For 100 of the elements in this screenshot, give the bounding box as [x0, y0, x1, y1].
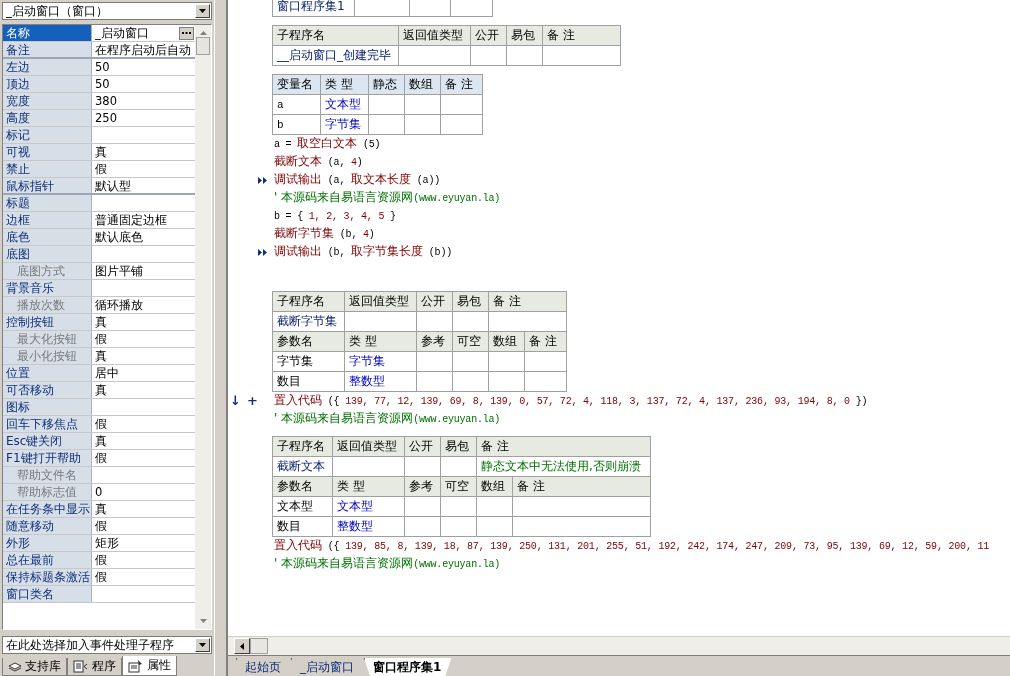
property-name[interactable]: 控制按钮 — [3, 314, 92, 330]
property-row[interactable]: 可否移动 真 — [3, 382, 195, 399]
property-row[interactable]: 高度 250 — [3, 110, 195, 127]
property-name[interactable]: 外形 — [3, 535, 92, 551]
property-row[interactable]: 标记 — [3, 127, 195, 144]
property-row[interactable]: 图标 — [3, 399, 195, 416]
code-line: a = 取空白文本 (5) — [274, 135, 381, 152]
property-name[interactable]: 顶边 — [3, 76, 92, 92]
property-value[interactable]: 居中 — [95, 365, 119, 381]
property-value[interactable]: _启动窗口 — [95, 25, 149, 41]
panel-tab[interactable]: 程序 — [67, 658, 122, 676]
property-name[interactable]: 随意移动 — [3, 518, 92, 534]
property-row[interactable]: 底图 — [3, 246, 195, 263]
property-name[interactable]: 备注 — [3, 42, 92, 57]
property-row[interactable]: 底图方式 图片平铺 — [3, 263, 195, 280]
property-row[interactable]: 可视 真 — [3, 144, 195, 161]
property-row[interactable]: 背景音乐 — [3, 280, 195, 297]
property-row[interactable]: 禁止 假 — [3, 161, 195, 178]
property-row[interactable]: Esc键关闭 真 — [3, 433, 195, 450]
property-value[interactable]: 假 — [95, 450, 107, 466]
property-row[interactable]: 左边 50 — [3, 59, 195, 76]
property-value[interactable]: 默认型 — [95, 178, 131, 193]
property-value[interactable]: 假 — [95, 161, 107, 177]
property-row[interactable]: 总在最前 假 — [3, 552, 195, 569]
property-value[interactable]: 矩形 — [95, 535, 119, 551]
property-name[interactable]: 可视 — [3, 144, 92, 160]
property-name[interactable]: 标题 — [3, 195, 92, 211]
property-row[interactable]: 底色 默认底色 — [3, 229, 195, 246]
property-row[interactable]: 顶边 50 — [3, 76, 195, 93]
property-name[interactable]: Esc键关闭 — [3, 433, 92, 449]
property-value[interactable]: 假 — [95, 552, 107, 568]
property-row[interactable]: 播放次数 循环播放 — [3, 297, 195, 314]
debug-marker-icon — [258, 249, 268, 256]
property-name[interactable]: 边框 — [3, 212, 92, 228]
property-name[interactable]: 标记 — [3, 127, 92, 143]
property-name[interactable]: 可否移动 — [3, 382, 92, 398]
property-name[interactable]: 底图 — [3, 246, 92, 262]
property-row[interactable]: 最小化按钮 真 — [3, 348, 195, 365]
property-value[interactable]: 250 — [95, 110, 117, 126]
property-value[interactable]: 默认底色 — [95, 229, 143, 245]
scrollbar-thumb[interactable] — [250, 638, 268, 654]
property-name[interactable]: 窗口类名 — [3, 586, 92, 602]
property-value[interactable]: 循环播放 — [95, 297, 143, 313]
property-value[interactable]: 在程序启动后自动 — [95, 42, 191, 57]
property-value[interactable]: 真 — [95, 144, 107, 160]
scrollbar[interactable] — [195, 25, 211, 629]
property-value[interactable]: 图片平铺 — [95, 263, 143, 279]
panel-tab[interactable]: 属性 — [122, 656, 177, 676]
property-name[interactable]: 宽度 — [3, 93, 92, 109]
property-name[interactable]: 总在最前 — [3, 552, 92, 568]
property-name[interactable]: 在任务条中显示 — [3, 501, 92, 517]
property-value[interactable]: 50 — [95, 59, 110, 75]
property-value[interactable]: 真 — [95, 433, 107, 449]
property-row[interactable]: 在任务条中显示 真 — [3, 501, 195, 518]
scrollbar-thumb[interactable] — [196, 37, 210, 55]
property-row[interactable]: 窗口类名 — [3, 586, 195, 603]
property-name[interactable]: 禁止 — [3, 161, 92, 177]
property-row[interactable]: 宽度 380 — [3, 93, 195, 110]
property-value[interactable]: 0 — [95, 484, 103, 500]
property-name[interactable]: 名称 — [3, 25, 92, 41]
property-row[interactable]: 标题 — [3, 195, 195, 212]
property-name[interactable]: 底色 — [3, 229, 92, 245]
property-name[interactable]: F1键打开帮助 — [3, 450, 92, 466]
property-row[interactable]: 名称 _启动窗口 — [3, 25, 195, 42]
property-name[interactable]: 高度 — [3, 110, 92, 126]
property-value[interactable]: 假 — [95, 331, 107, 347]
property-value[interactable]: 真 — [95, 501, 107, 517]
property-row[interactable]: 回车下移焦点 假 — [3, 416, 195, 433]
property-name[interactable]: 图标 — [3, 399, 92, 415]
property-row[interactable]: 随意移动 假 — [3, 518, 195, 535]
scroll-left-button[interactable] — [234, 638, 250, 654]
editor-tab[interactable]: 窗口程序集1 — [364, 658, 452, 676]
property-name[interactable]: 鼠标指针 — [3, 178, 92, 193]
property-name[interactable]: 左边 — [3, 59, 92, 75]
property-row[interactable]: 外形 矩形 — [3, 535, 195, 552]
property-value[interactable]: 普通固定边框 — [95, 212, 167, 228]
property-row[interactable]: 边框 普通固定边框 — [3, 212, 195, 229]
property-value[interactable]: 假 — [95, 416, 107, 432]
property-value[interactable]: 真 — [95, 348, 107, 364]
ellipsis-button[interactable] — [179, 26, 194, 40]
property-value[interactable]: 假 — [95, 569, 107, 585]
property-name[interactable]: 背景音乐 — [3, 280, 92, 296]
property-row[interactable]: 保持标题条激活 假 — [3, 569, 195, 586]
property-value[interactable]: 假 — [95, 518, 107, 534]
property-row[interactable]: 帮助标志值 0 — [3, 484, 195, 501]
splitter[interactable] — [214, 0, 228, 676]
property-name[interactable]: 位置 — [3, 365, 92, 381]
property-row[interactable]: 最大化按钮 假 — [3, 331, 195, 348]
property-row[interactable]: 位置 居中 — [3, 365, 195, 382]
property-row[interactable]: 控制按钮 真 — [3, 314, 195, 331]
column-header: 公开 — [404, 436, 441, 457]
property-row[interactable]: F1键打开帮助 假 — [3, 450, 195, 467]
property-name[interactable]: 回车下移焦点 — [3, 416, 92, 432]
panel-tab[interactable]: 支持库 — [2, 658, 67, 676]
property-value[interactable]: 50 — [95, 76, 110, 92]
property-value[interactable]: 380 — [95, 93, 117, 109]
property-value[interactable]: 真 — [95, 382, 107, 398]
column-header: 子程序名 — [272, 25, 399, 46]
property-value[interactable]: 真 — [95, 314, 107, 330]
property-name[interactable]: 保持标题条激活 — [3, 569, 92, 585]
